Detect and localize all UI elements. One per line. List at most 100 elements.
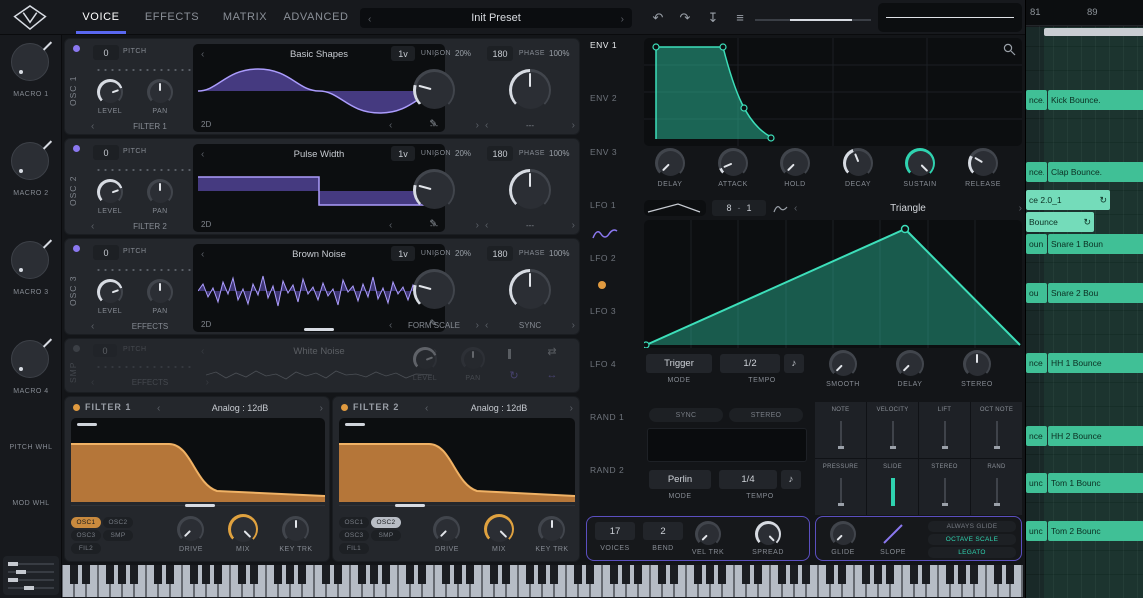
lfo-shape-preview[interactable] (644, 200, 706, 216)
osc3-morph-b-selector[interactable]: SYNC (485, 319, 575, 332)
daw-clip-snare1[interactable]: Snare 1 Boun (1048, 234, 1143, 254)
lfo-mode-value[interactable]: Trigger (646, 354, 712, 373)
tab-advanced[interactable]: ADVANCED (282, 0, 350, 34)
osc2-power-dot[interactable] (73, 145, 80, 152)
filter2-type-selector[interactable]: Analog : 12dB (425, 401, 573, 415)
lfo1-drag-icon[interactable] (592, 227, 618, 241)
piano-keyboard[interactable] (62, 565, 1023, 598)
osc3-phase-value[interactable]: 180 (487, 246, 513, 261)
preset-name[interactable]: Init Preset (371, 12, 620, 24)
preset-browser[interactable]: Init Preset (360, 8, 632, 28)
filter2-display[interactable] (339, 418, 575, 502)
filter2-route-fil1[interactable]: FIL1 (339, 543, 369, 554)
daw-timeline[interactable]: 81 89 (1026, 0, 1143, 26)
osc2-routing-selector[interactable]: FILTER 2 (91, 220, 209, 233)
osc1-morph-b-selector[interactable]: --- (485, 119, 575, 132)
osc1-unison-detune[interactable]: 20% (455, 49, 471, 58)
macro4-knob[interactable] (11, 340, 49, 378)
daw-clip-partial[interactable]: unc (1026, 473, 1047, 493)
mod-source-pressure[interactable]: PRESSURE (815, 459, 866, 515)
daw-clip-tom2[interactable]: Tom 2 Bounc (1048, 521, 1143, 541)
lfo-tempo-note-icon[interactable]: ♪ (784, 354, 804, 373)
rand-sync-button[interactable]: SYNC (649, 408, 723, 422)
osc3-transpose-snap[interactable] (93, 264, 199, 273)
loop-mode-icon[interactable]: ↻ (499, 369, 529, 387)
osc3-morph-knob[interactable] (509, 269, 551, 311)
filter2-route-osc3[interactable]: OSC3 (339, 530, 369, 541)
env-release-knob[interactable] (968, 148, 998, 178)
osc3-wave-knob[interactable] (413, 269, 455, 311)
env-hold-knob[interactable] (780, 148, 810, 178)
daw-clip-partial[interactable]: nce. (1026, 90, 1047, 110)
macro1-mod-handle[interactable] (43, 41, 52, 50)
daw-clip-tom1[interactable]: Tom 1 Bounc (1048, 473, 1143, 493)
daw-clip-snare2[interactable]: Snare 2 Bou (1048, 283, 1143, 303)
macro2-mod-handle[interactable] (43, 140, 52, 149)
filter2-cutoff-slider[interactable] (395, 504, 425, 507)
osc3-power-dot[interactable] (73, 245, 80, 252)
mod-source-slide[interactable]: SLIDE (867, 459, 918, 515)
macro1-knob[interactable] (11, 43, 49, 81)
wavetable-frame-slider[interactable] (304, 328, 334, 331)
filter2-route-osc2[interactable]: OSC2 (371, 517, 401, 528)
filter2-drive-knob[interactable] (433, 516, 460, 543)
osc3-morph-a-selector[interactable]: FORM SCALE (389, 319, 479, 332)
osc1-routing-selector[interactable]: FILTER 1 (91, 120, 209, 133)
osc3-phase-random[interactable]: 100% (549, 249, 569, 258)
osc1-transpose[interactable]: 0 (93, 45, 119, 60)
filter1-route-osc2[interactable]: OSC2 (103, 517, 133, 528)
osc1-morph-knob[interactable] (509, 69, 551, 111)
tab-env2[interactable]: ENV 2 (586, 93, 642, 107)
tab-effects[interactable]: EFFECTS (140, 0, 204, 34)
preset-next-icon[interactable] (621, 9, 624, 27)
menu-icon[interactable]: ≡ (730, 8, 750, 27)
mod-source-lift[interactable]: LIFT (919, 402, 970, 458)
vel-trk-knob[interactable] (695, 521, 721, 547)
filter1-route-osc3[interactable]: OSC3 (71, 530, 101, 541)
tab-env3[interactable]: ENV 3 (586, 147, 642, 161)
osc1-power-dot[interactable] (73, 45, 80, 52)
filter1-keytrk-knob[interactable] (282, 516, 309, 543)
daw-clip-bounce201[interactable]: ce 2.0_1↻ (1026, 190, 1110, 210)
sampler-sample-selector[interactable]: White Noise (201, 344, 437, 358)
macro3-knob[interactable] (11, 241, 49, 279)
osc2-morph-knob[interactable] (509, 169, 551, 211)
rand-mode-value[interactable]: Perlin (649, 470, 711, 489)
bounce-mode-icon[interactable]: ↔ (537, 369, 567, 387)
osc2-view-mode[interactable]: 2D (201, 220, 211, 229)
daw-clip-partial[interactable]: oun (1026, 234, 1047, 254)
osc3-view-mode[interactable]: 2D (201, 320, 211, 329)
lfo-shape-selector[interactable]: Triangle (794, 200, 1022, 216)
osc1-phase-random[interactable]: 100% (549, 49, 569, 58)
undo-icon[interactable]: ↶ (648, 8, 668, 27)
osc2-transpose-snap[interactable] (93, 164, 199, 173)
tab-env1[interactable]: ENV 1 (586, 40, 642, 54)
osc1-morph-a-selector[interactable]: --- (389, 119, 479, 132)
osc2-morph-a-selector[interactable]: --- (389, 219, 479, 232)
daw-clip-clap[interactable]: Clap Bounce. (1048, 162, 1143, 182)
macro4-mod-handle[interactable] (43, 338, 52, 347)
rand-tempo-value[interactable]: 1/4 (719, 470, 777, 489)
mod-source-oct-note[interactable]: OCT NOTE (971, 402, 1022, 458)
mini-sliders-widget[interactable] (3, 556, 59, 595)
sampler-transpose[interactable]: 0 (93, 344, 117, 357)
osc2-morph-b-selector[interactable]: --- (485, 219, 575, 232)
download-icon[interactable]: ↧ (703, 8, 723, 27)
env-sustain-knob[interactable] (905, 148, 935, 178)
rand-display[interactable] (647, 428, 807, 462)
filter2-power-dot[interactable] (341, 404, 348, 411)
lfo-grid-spinner[interactable]: 8-1 (712, 200, 766, 216)
spread-knob[interactable] (755, 521, 781, 547)
filter2-route-osc1[interactable]: OSC1 (339, 517, 369, 528)
osc3-pan-knob[interactable] (147, 279, 173, 305)
filter1-mix-knob[interactable] (228, 514, 258, 544)
filter1-display[interactable] (71, 418, 325, 502)
osc3-unison-detune[interactable]: 20% (455, 249, 471, 258)
osc1-transpose-snap[interactable] (93, 64, 199, 73)
filter1-route-osc1[interactable]: OSC1 (71, 517, 101, 528)
lfo-display[interactable] (644, 220, 1022, 348)
osc1-pan-knob[interactable] (147, 79, 173, 105)
osc2-wave-knob[interactable] (413, 169, 455, 211)
filter2-keytrk-knob[interactable] (538, 516, 565, 543)
mod-source-velocity[interactable]: VELOCITY (867, 402, 918, 458)
